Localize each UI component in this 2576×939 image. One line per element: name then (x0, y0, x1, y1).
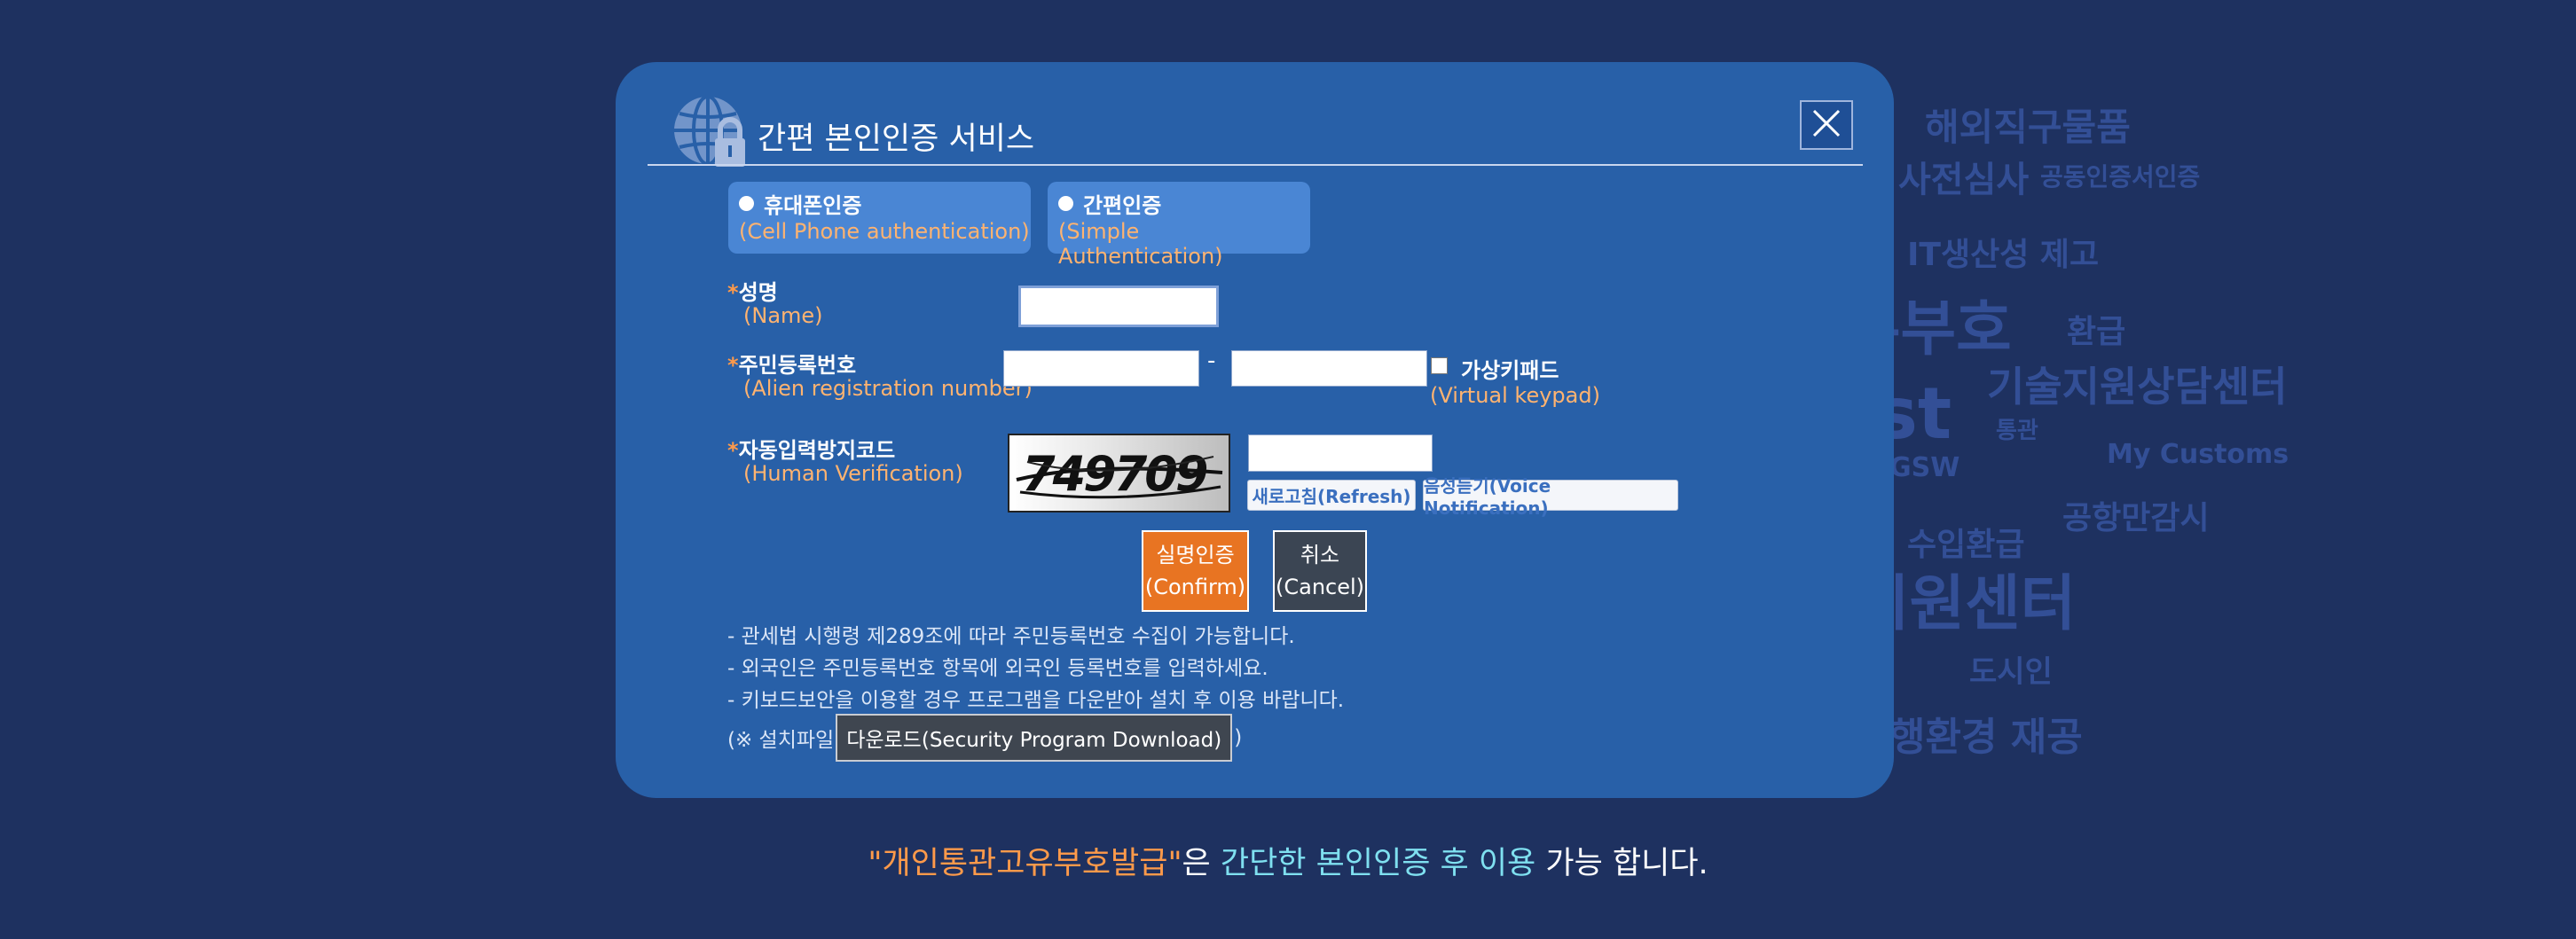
bg-word: 행환경 재공 (1889, 715, 2083, 760)
bg-word: 환급 (2067, 314, 2126, 350)
tab-label-ko: 휴대폰인증 (764, 192, 862, 218)
globe-lock-icon (667, 92, 765, 168)
cancel-button[interactable]: 취소 (Cancel) (1273, 530, 1367, 612)
tab-label-en: (Simple Authentication) (1058, 219, 1223, 269)
confirm-button[interactable]: 실명인증 (Confirm) (1142, 530, 1249, 612)
simple-auth-radio[interactable] (1058, 195, 1073, 211)
registration-number-front-input[interactable] (1003, 350, 1199, 387)
tab-label-en: (Cell Phone authentication) (739, 219, 1030, 244)
confirm-label-en: (Confirm) (1144, 575, 1246, 599)
bg-word: 해외직구물품 (1925, 106, 2131, 149)
cancel-label-ko: 취소 (1300, 543, 1340, 567)
captcha-refresh-button[interactable]: 새로고침(Refresh) (1247, 480, 1416, 511)
bg-word: 사전심사 (1898, 160, 2030, 200)
install-file-row: (※ 설치파일 다운로드(Security Program Download) … (727, 714, 1242, 762)
bg-word: 기술지원상담센터 (1987, 363, 2288, 411)
required-mark: * (727, 353, 739, 378)
captcha-input[interactable] (1248, 434, 1433, 472)
bottom-caption-particle: 은 (1182, 846, 1221, 881)
modal-title: 간편 본인인증 서비스 (758, 121, 1035, 157)
name-input[interactable] (1018, 286, 1219, 327)
bg-word: GSW (1889, 452, 1960, 483)
title-divider (648, 164, 1863, 166)
notice-line: - 외국인은 주민등록번호 항목에 외국인 등록번호를 입력하세요. (727, 657, 1268, 680)
required-mark: * (727, 438, 739, 463)
bg-word: IT생산성 제고 (1907, 237, 2100, 273)
confirm-label-ko: 실명인증 (1156, 543, 1235, 567)
close-icon (1811, 108, 1842, 142)
captcha-label-en: (Human Verification) (743, 461, 963, 486)
captcha-image: 749709 (1008, 434, 1230, 513)
virtual-keypad-label-en: (Virtual keypad) (1430, 383, 1600, 408)
name-label: *성명 (727, 280, 778, 305)
tab-label-ko: 간편인증 (1083, 192, 1162, 218)
registration-label-en: (Alien registration number) (743, 376, 1033, 401)
bottom-caption-highlight: 간단한 본인인증 후 이용 (1220, 846, 1536, 881)
bg-word: 수입환급 (1907, 527, 2025, 563)
cancel-label-en: (Cancel) (1275, 575, 1365, 599)
registration-label: *주민등록번호 (727, 353, 857, 378)
cell-phone-radio[interactable] (739, 195, 754, 211)
bottom-caption-service: "개인통관고유부호발급" (868, 846, 1182, 881)
background-word-cloud: 해외직구물품 사전심사 공동인증서인증 IT생산성 제고 유부호 환급 기술지원… (1827, 89, 2360, 780)
virtual-keypad-checkbox[interactable] (1431, 357, 1448, 374)
virtual-keypad-label: 가상키패드 (1461, 358, 1559, 383)
registration-number-back-input[interactable] (1231, 350, 1427, 387)
bg-word: 공동인증서인증 (2040, 162, 2201, 192)
install-suffix: ) (1234, 726, 1243, 749)
notice-line: - 키보드보안을 이용할 경우 프로그램을 다운받아 설치 후 이용 바랍니다. (727, 689, 1345, 712)
required-mark: * (727, 280, 739, 305)
bg-word: 도시인 (1969, 654, 2053, 690)
close-button[interactable] (1800, 100, 1853, 150)
bg-word: My Customs (2107, 439, 2289, 470)
bottom-caption-end: 가능 합니다. (1535, 846, 1708, 881)
bg-word: 통관 (1996, 418, 2038, 444)
install-prefix: (※ 설치파일 (727, 729, 835, 752)
security-program-download-button[interactable]: 다운로드(Security Program Download) (836, 714, 1233, 762)
identity-verification-modal: 간편 본인인증 서비스 휴대폰인증 (Cell Phone authentica… (616, 62, 1894, 798)
bg-word: 공항만감시 (2062, 500, 2210, 536)
registration-separator: - (1207, 348, 1216, 374)
captcha-voice-button[interactable]: 음성듣기(Voice Notification) (1423, 475, 1678, 519)
name-label-en: (Name) (743, 303, 823, 328)
tab-simple-auth[interactable]: 간편인증 (Simple Authentication) (1048, 182, 1310, 269)
tab-cell-phone-auth[interactable]: 휴대폰인증 (Cell Phone authentication) (728, 182, 1031, 254)
captcha-label: *자동입력방지코드 (727, 438, 896, 463)
bottom-caption: "개인통관고유부호발급"은 간단한 본인인증 후 이용 가능 합니다. (0, 838, 2576, 883)
notice-line: - 관세법 시행령 제289조에 따라 주민등록번호 수집이 가능합니다. (727, 625, 1295, 648)
